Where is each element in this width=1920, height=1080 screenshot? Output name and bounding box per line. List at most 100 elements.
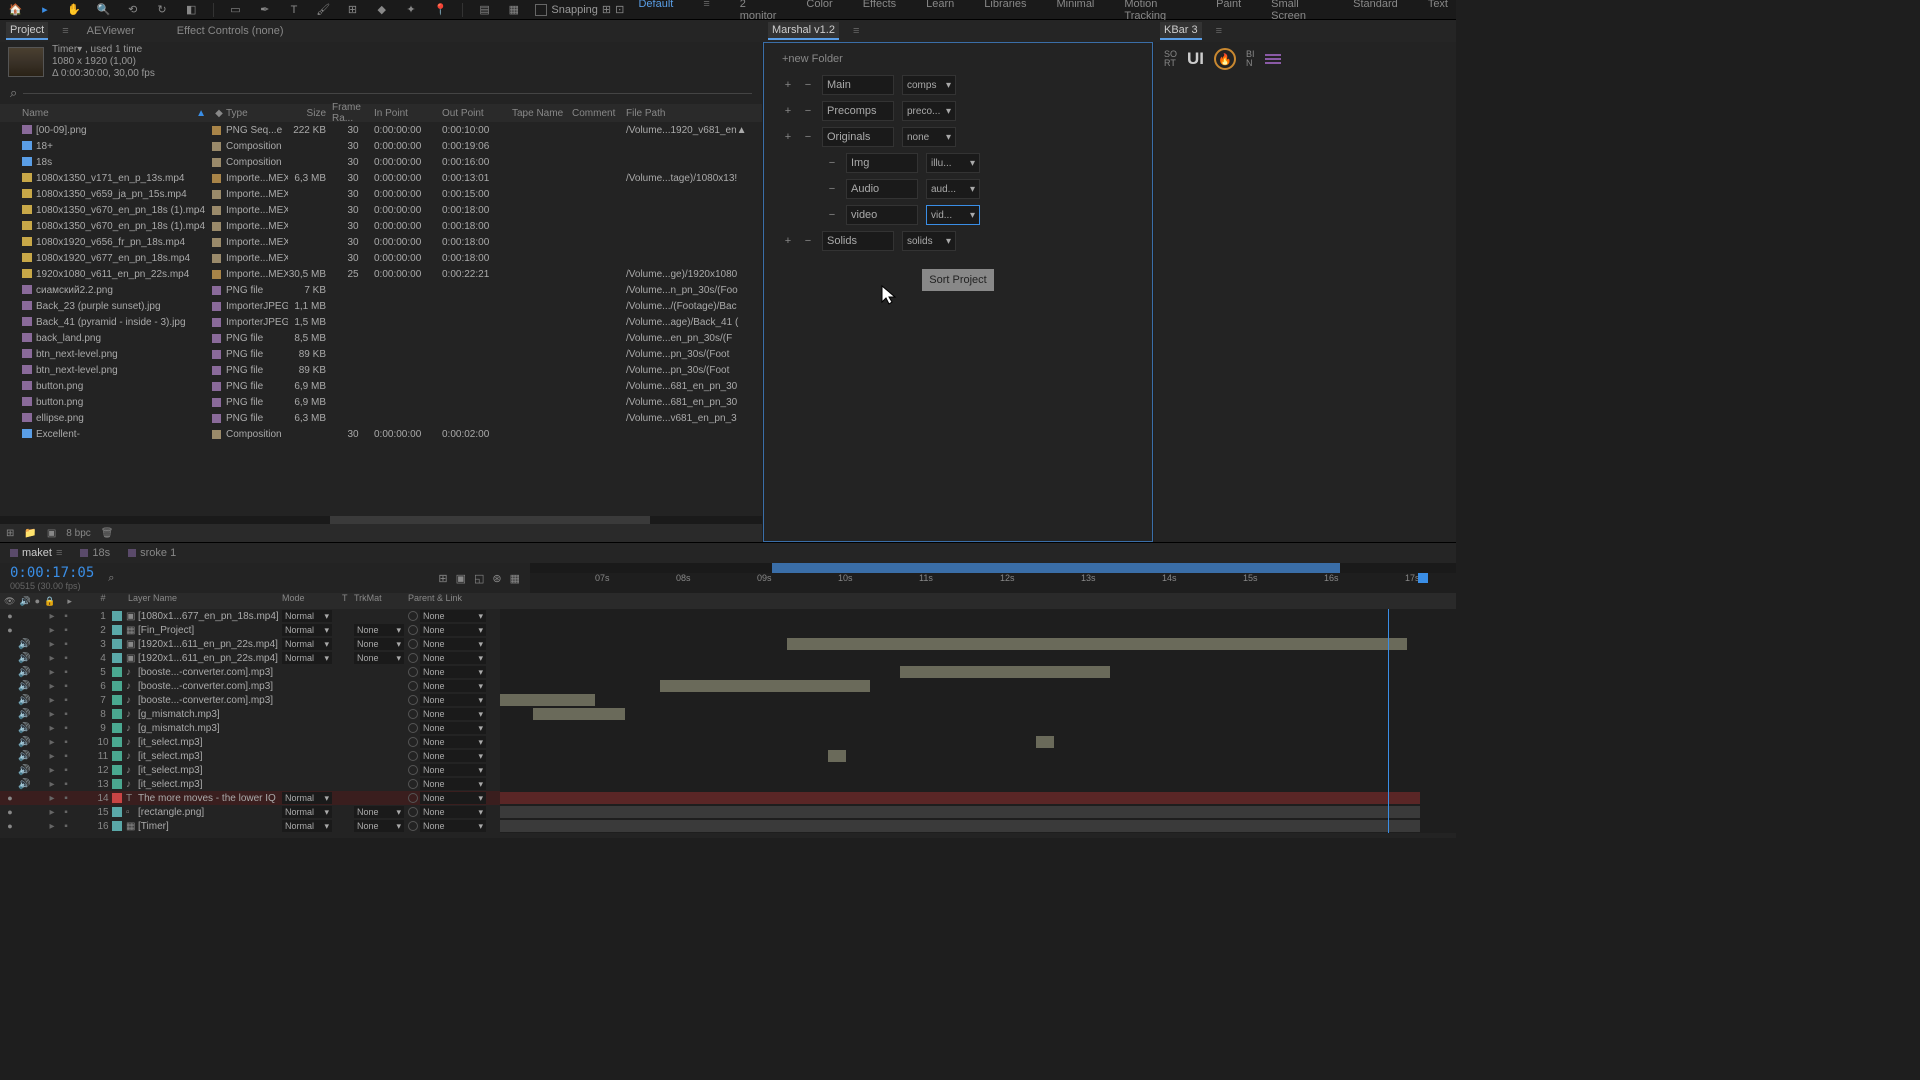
remove-button[interactable]: −	[826, 209, 838, 221]
layer-track[interactable]	[500, 707, 1456, 721]
layer-name[interactable]: [booste...-converter.com].mp3]	[138, 695, 282, 706]
kbar-ui-button[interactable]: UI	[1187, 49, 1204, 69]
pickwhip-icon[interactable]	[408, 695, 418, 705]
label-swatch[interactable]	[212, 286, 226, 295]
project-row[interactable]: 1920x1080_v611_en_pn_22s.mp4Importe...ME…	[0, 266, 762, 282]
layer-track[interactable]	[500, 763, 1456, 777]
puppet-tool-icon[interactable]: 📍	[433, 2, 448, 18]
layer-switch[interactable]: ▪	[60, 653, 72, 664]
layer-track[interactable]	[500, 721, 1456, 735]
label-swatch[interactable]	[112, 737, 126, 747]
pickwhip-icon[interactable]	[408, 639, 418, 649]
layer-row[interactable]: ●▸▪1▣[1080x1...677_en_pn_18s.mp4]Normal▾…	[0, 609, 1456, 623]
brush-tool-icon[interactable]: 🖌	[316, 2, 331, 18]
pickwhip-icon[interactable]	[408, 611, 418, 621]
twirl-icon[interactable]: ▸	[46, 625, 58, 636]
timeline-tab-maket[interactable]: maket ≡	[10, 547, 62, 559]
shy-icon[interactable]: ◱	[474, 572, 484, 585]
folder-name-input[interactable]	[846, 179, 918, 199]
project-row[interactable]: btn_next-level.pngPNG file89 KB/Volume..…	[0, 362, 762, 378]
parent-select[interactable]: None▾	[420, 652, 486, 664]
layer-switch[interactable]: ▪	[60, 821, 72, 832]
tab-marshal[interactable]: Marshal v1.2	[768, 22, 839, 40]
layer-clip[interactable]	[900, 666, 1110, 678]
layer-row[interactable]: 🔊▸▪3▣[1920x1...611_en_pn_22s.mp4]Normal▾…	[0, 637, 1456, 651]
visibility-toggle[interactable]: ●	[4, 625, 16, 635]
visibility-toggle[interactable]: ●	[4, 611, 16, 621]
align-icon[interactable]: ▤	[477, 2, 492, 18]
layer-row[interactable]: 🔊▸▪4▣[1920x1...611_en_pn_22s.mp4]Normal▾…	[0, 651, 1456, 665]
folder-name-input[interactable]	[822, 75, 894, 95]
snapping-toggle[interactable]: Snapping ⊞ ⊡	[535, 3, 624, 16]
visibility-toggle[interactable]: ●	[4, 821, 16, 831]
layer-clip[interactable]	[533, 708, 625, 720]
label-swatch[interactable]	[212, 222, 226, 231]
layer-switch[interactable]: ▪	[60, 625, 72, 636]
audio-toggle[interactable]: 🔊	[18, 639, 30, 650]
workspace-libraries[interactable]: Libraries	[984, 0, 1026, 22]
text-tool-icon[interactable]: T	[286, 2, 301, 18]
twirl-icon[interactable]: ▸	[46, 751, 58, 762]
pickwhip-icon[interactable]	[408, 723, 418, 733]
parent-select[interactable]: None▾	[420, 820, 486, 832]
eye-col-icon[interactable]: 👁	[4, 596, 15, 607]
twirl-icon[interactable]: ▸	[46, 793, 58, 804]
pickwhip-icon[interactable]	[408, 737, 418, 747]
workspace-2-monitor[interactable]: 2 monitor	[740, 0, 777, 22]
layer-track[interactable]	[500, 735, 1456, 749]
kbar-bin-label[interactable]: BIN	[1246, 50, 1255, 68]
comp-icon[interactable]: ▣	[456, 572, 466, 585]
layer-name[interactable]: [1920x1...611_en_pn_22s.mp4]	[138, 639, 282, 650]
pickwhip-icon[interactable]	[408, 751, 418, 761]
twirl-icon[interactable]: ▸	[46, 737, 58, 748]
label-swatch[interactable]	[112, 765, 126, 775]
project-row[interactable]: 1080x1350_v659_ja_pn_15s.mp4Importe...ME…	[0, 186, 762, 202]
remove-button[interactable]: −	[826, 157, 838, 169]
blend-mode-select[interactable]: Normal▾	[282, 610, 332, 622]
layer-clip[interactable]	[660, 680, 870, 692]
graph-icon[interactable]: ⊞	[438, 572, 447, 585]
layer-row[interactable]: 🔊▸▪9♪[g_mismatch.mp3]None▾	[0, 721, 1456, 735]
layer-clip[interactable]	[787, 638, 1407, 650]
workspace-color[interactable]: Color	[806, 0, 832, 22]
project-row[interactable]: 1080x1350_v670_en_pn_18s (1).mp4Importe.…	[0, 218, 762, 234]
layer-row[interactable]: 🔊▸▪6♪[booste...-converter.com].mp3]None▾	[0, 679, 1456, 693]
parent-select[interactable]: None▾	[420, 680, 486, 692]
folder-type-select[interactable]: comps▾	[902, 75, 956, 95]
layer-name[interactable]: [it_select.mp3]	[138, 751, 282, 762]
label-swatch[interactable]	[212, 270, 226, 279]
project-row[interactable]: [00-09].pngPNG Seq...e222 KB300:00:00:00…	[0, 122, 762, 138]
workspace-small-screen[interactable]: Small Screen	[1271, 0, 1323, 22]
layer-row[interactable]: 🔊▸▪11♪[it_select.mp3]None▾	[0, 749, 1456, 763]
pickwhip-icon[interactable]	[408, 625, 418, 635]
camera-tool-icon[interactable]: ◧	[184, 2, 199, 18]
layer-name[interactable]: [Fin_Project]	[138, 625, 282, 636]
project-row[interactable]: 1080x1350_v670_en_pn_18s (1).mp4Importe.…	[0, 202, 762, 218]
parent-select[interactable]: None▾	[420, 666, 486, 678]
label-swatch[interactable]	[112, 611, 126, 621]
solo-col-icon[interactable]: ●	[35, 596, 40, 606]
pickwhip-icon[interactable]	[408, 793, 418, 803]
pickwhip-icon[interactable]	[408, 807, 418, 817]
layer-track[interactable]	[500, 693, 1456, 707]
col-label[interactable]: ◆	[212, 108, 226, 119]
blend-mode-select[interactable]: Normal▾	[282, 652, 332, 664]
col-trkmat[interactable]: TrkMat	[354, 593, 408, 609]
label-swatch[interactable]	[212, 206, 226, 215]
trkmat-select[interactable]: None▾	[354, 624, 404, 636]
trkmat-select[interactable]: None▾	[354, 806, 404, 818]
layer-name[interactable]: [g_mismatch.mp3]	[138, 723, 282, 734]
folder-type-select[interactable]: solids▾	[902, 231, 956, 251]
lock-col-icon[interactable]: 🔒	[44, 596, 55, 607]
label-swatch[interactable]	[212, 350, 226, 359]
label-swatch[interactable]	[112, 793, 126, 803]
label-swatch[interactable]	[112, 625, 126, 635]
folder-name-input[interactable]	[846, 153, 918, 173]
project-row[interactable]: button.pngPNG file6,9 MB/Volume...681_en…	[0, 378, 762, 394]
zoom-tool-icon[interactable]: 🔍	[96, 2, 111, 18]
layer-switch[interactable]: ▪	[60, 695, 72, 706]
panel-menu-icon[interactable]: ≡	[56, 547, 62, 559]
layer-switch[interactable]: ▪	[60, 793, 72, 804]
pickwhip-icon[interactable]	[408, 709, 418, 719]
col-path[interactable]: File Path	[626, 108, 762, 119]
